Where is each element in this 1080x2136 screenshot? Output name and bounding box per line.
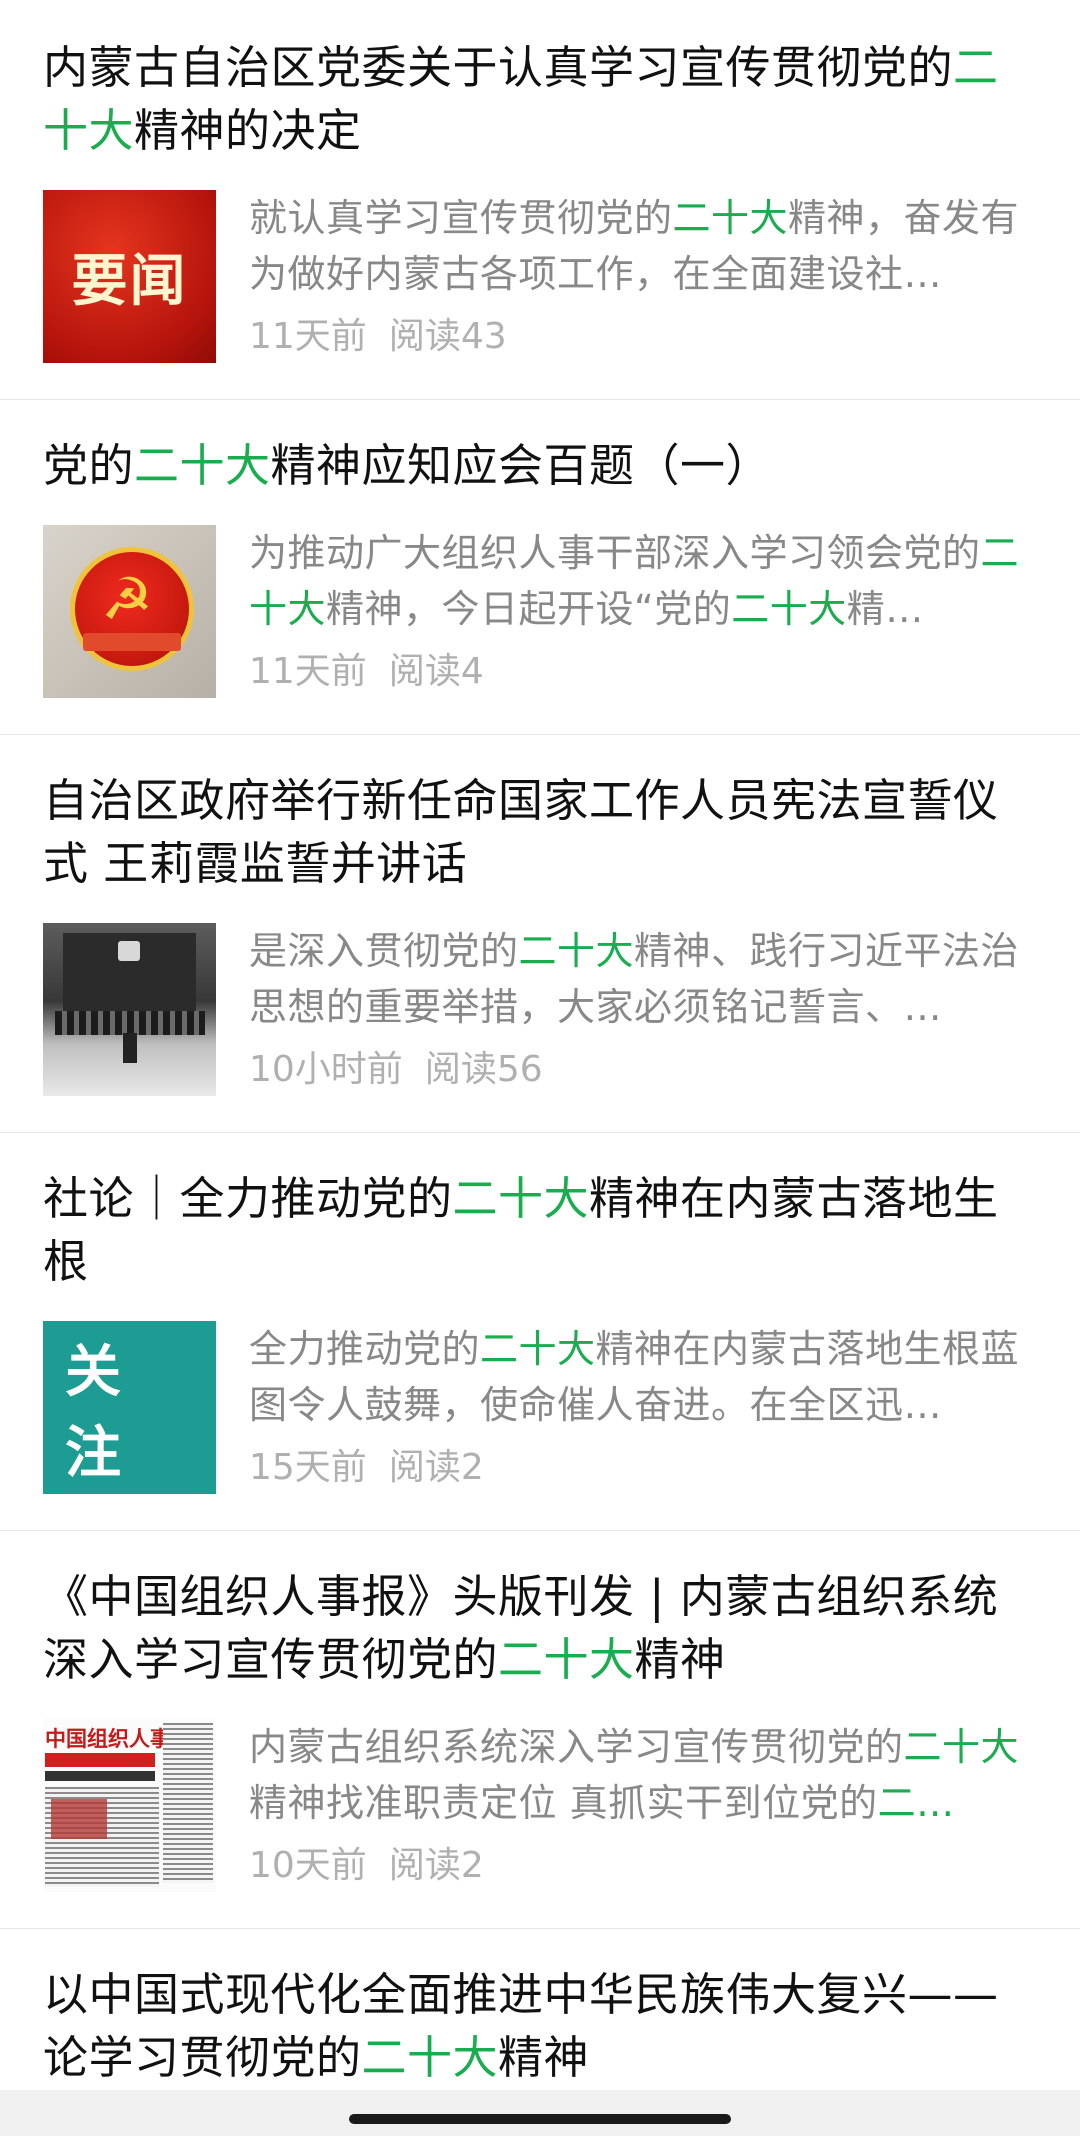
text-segment: 全力推动党的 [249,1327,481,1371]
article-thumbnail[interactable]: ☭ [43,525,216,698]
badge-ribbon [83,633,181,651]
highlighted-keyword: 二十大 [498,1633,635,1686]
article-thumbnail[interactable] [43,923,216,1096]
article-time: 11天前 [249,316,367,357]
article-item[interactable]: 以中国式现代化全面推进中华民族伟大复兴——论学习贯彻党的二十大精神 [0,1929,1080,2089]
article-title[interactable]: 社论｜全力推动党的二十大精神在内蒙古落地生根 [43,1167,1037,1293]
text-segment: 党的 [43,439,135,492]
article-meta: 11天前 阅读4 [249,647,1036,697]
article-item[interactable]: 党的二十大精神应知应会百题（一） ☭ 为推动广大组织人事干部深入学习领会党的二十… [0,400,1080,735]
text-segment: 是深入贯彻党的 [249,929,519,973]
podium [123,1033,137,1063]
thumbnail-label: 关注 [65,1339,143,1486]
article-meta: 11天前 阅读43 [249,312,1036,362]
article-thumbnail[interactable]: 要闻 [43,190,216,363]
highlighted-keyword: 二十大 [672,196,789,240]
text-segment: 就认真学习宣传贯彻党的 [249,196,673,240]
text-segment: 内蒙古自治区党委关于认真学习宣传贯彻党的 [43,41,954,94]
article-reads: 阅读56 [424,1049,543,1090]
hammer-sickle-icon: ☭ [101,565,153,633]
text-segment: 精神的决定 [134,104,362,157]
highlighted-keyword: 二十大 [134,439,271,492]
article-summary: 就认真学习宣传贯彻党的二十大精神，奋发有为做好内蒙古各项工作，在全面建设社… [249,190,1036,302]
article-time: 15天前 [249,1447,367,1488]
national-emblem-icon [118,941,140,961]
article-reads: 阅读43 [388,316,507,357]
highlighted-keyword: 二十大 [452,1172,590,1225]
text-segment: 精… [846,587,924,631]
article-item[interactable]: 社论｜全力推动党的二十大精神在内蒙古落地生根 关注 全力推动党的二十大精神在内蒙… [0,1133,1080,1531]
highlighted-keyword: 二十大 [903,1725,1020,1769]
article-title[interactable]: 《中国组织人事报》头版刊发 | 内蒙古组织系统深入学习宣传贯彻党的二十大精神 [43,1565,1037,1691]
article-item[interactable]: 《中国组织人事报》头版刊发 | 内蒙古组织系统深入学习宣传贯彻党的二十大精神 中… [0,1531,1080,1929]
article-time: 11天前 [249,651,367,692]
article-reads: 阅读4 [388,651,484,692]
text-segment: 自治区政府举行新任命国家工作人员宪法宣誓仪式 王莉霞监誓并讲话 [43,774,999,890]
text-segment: 精神，今日起开设“党的 [326,587,732,631]
text-segment: 精神 [498,2031,590,2084]
text-segment: 内蒙古组织系统深入学习宣传贯彻党的 [249,1725,904,1769]
text-segment: 精神 [634,1633,726,1686]
article-reads: 阅读2 [388,1845,484,1886]
highlighted-keyword: 二十大 [480,1327,596,1371]
newspaper-column [163,1723,213,1883]
ceremony-people [55,1011,205,1035]
article-title[interactable]: 党的二十大精神应知应会百题（一） [43,434,1037,497]
article-title[interactable]: 自治区政府举行新任命国家工作人员宪法宣誓仪式 王莉霞监誓并讲话 [43,769,1037,895]
text-segment: 精神找准职责定位 真抓实干到位党的 [249,1781,878,1825]
highlighted-keyword: 二十大 [361,2031,499,2084]
article-title[interactable]: 以中国式现代化全面推进中华民族伟大复兴——论学习贯彻党的二十大精神 [43,1963,1037,2089]
article-title[interactable]: 内蒙古自治区党委关于认真学习宣传贯彻党的二十大精神的决定 [43,36,1037,162]
home-bar [0,2090,1080,2136]
article-meta: 10天前 阅读2 [249,1841,1036,1891]
article-summary: 全力推动党的二十大精神在内蒙古落地生根蓝图令人鼓舞，使命催人奋进。在全区迅… [249,1321,1036,1433]
article-time: 10小时前 [249,1049,403,1090]
article-summary: 是深入贯彻党的二十大精神、践行习近平法治思想的重要举措，大家必须铭记誓言、… [249,923,1036,1035]
highlighted-keyword: 二… [877,1781,955,1825]
text-segment: 精神应知应会百题（一） [270,439,772,492]
article-summary: 为推动广大组织人事干部深入学习领会党的二十大精神，今日起开设“党的二十大精… [249,525,1036,637]
thumbnail-label: 要闻 [71,249,188,314]
article-summary: 内蒙古组织系统深入学习宣传贯彻党的二十大精神找准职责定位 真抓实干到位党的二… [249,1719,1036,1831]
article-time: 10天前 [249,1845,367,1886]
text-segment: 为推动广大组织人事干部深入学习领会党的 [249,531,981,575]
article-thumbnail[interactable]: 关注 [43,1321,216,1494]
article-reads: 阅读2 [388,1447,484,1488]
newspaper-photo [51,1799,107,1839]
article-thumbnail[interactable]: 中国组织人事报 [43,1719,216,1892]
home-indicator[interactable] [349,2114,731,2124]
newspaper-subheadline [45,1771,155,1781]
newspaper-headline [45,1753,155,1767]
text-segment: 社论｜全力推动党的 [43,1172,453,1225]
highlighted-keyword: 二十大 [731,587,847,631]
article-meta: 15天前 阅读2 [249,1443,1036,1493]
highlighted-keyword: 二十大 [518,929,635,973]
article-item[interactable]: 自治区政府举行新任命国家工作人员宪法宣誓仪式 王莉霞监誓并讲话 是深入贯彻党的二… [0,735,1080,1133]
article-list: 内蒙古自治区党委关于认真学习宣传贯彻党的二十大精神的决定 要闻 就认真学习宣传贯… [0,0,1080,2089]
article-meta: 10小时前 阅读56 [249,1045,1036,1095]
article-item[interactable]: 内蒙古自治区党委关于认真学习宣传贯彻党的二十大精神的决定 要闻 就认真学习宣传贯… [0,0,1080,400]
